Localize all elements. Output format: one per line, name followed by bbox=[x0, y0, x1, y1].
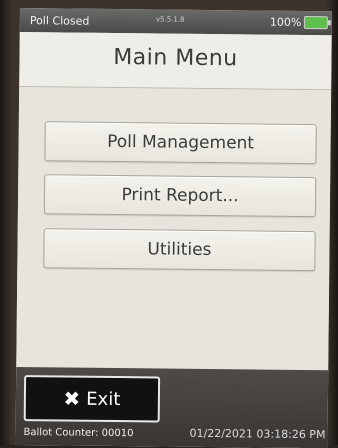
poll-status: Poll Closed bbox=[29, 14, 90, 28]
date-time: 01/22/2021 03:18:26 PM bbox=[189, 426, 326, 442]
poll-management-button[interactable]: Poll Management bbox=[44, 121, 317, 165]
screen: Poll Closed v5.5.1.8 100% Main Menu Poll… bbox=[15, 8, 332, 448]
footer: Ballot Counter: 00010 01/22/2021 03:18:2… bbox=[15, 422, 327, 448]
battery-icon bbox=[304, 15, 329, 30]
exit-button[interactable]: ✖ Exit bbox=[23, 375, 161, 423]
title-area: Main Menu bbox=[19, 31, 332, 91]
exit-label: Exit bbox=[86, 388, 121, 410]
utilities-button[interactable]: Utilities bbox=[43, 228, 316, 272]
device-frame: Poll Closed v5.5.1.8 100% Main Menu Poll… bbox=[0, 0, 338, 448]
status-bar: Poll Closed v5.5.1.8 100% bbox=[19, 8, 332, 36]
version-label: v5.5.1.8 bbox=[155, 15, 185, 24]
close-x-icon: ✖ bbox=[63, 386, 81, 411]
battery-indicator: 100% bbox=[270, 16, 329, 30]
ballot-counter: Ballot Counter: 00010 bbox=[23, 427, 134, 440]
battery-percent: 100% bbox=[269, 15, 302, 29]
page-title: Main Menu bbox=[113, 44, 238, 72]
print-report-button[interactable]: Print Report... bbox=[43, 174, 317, 218]
main-menu: Poll Management Print Report... Utilitie… bbox=[16, 86, 332, 371]
